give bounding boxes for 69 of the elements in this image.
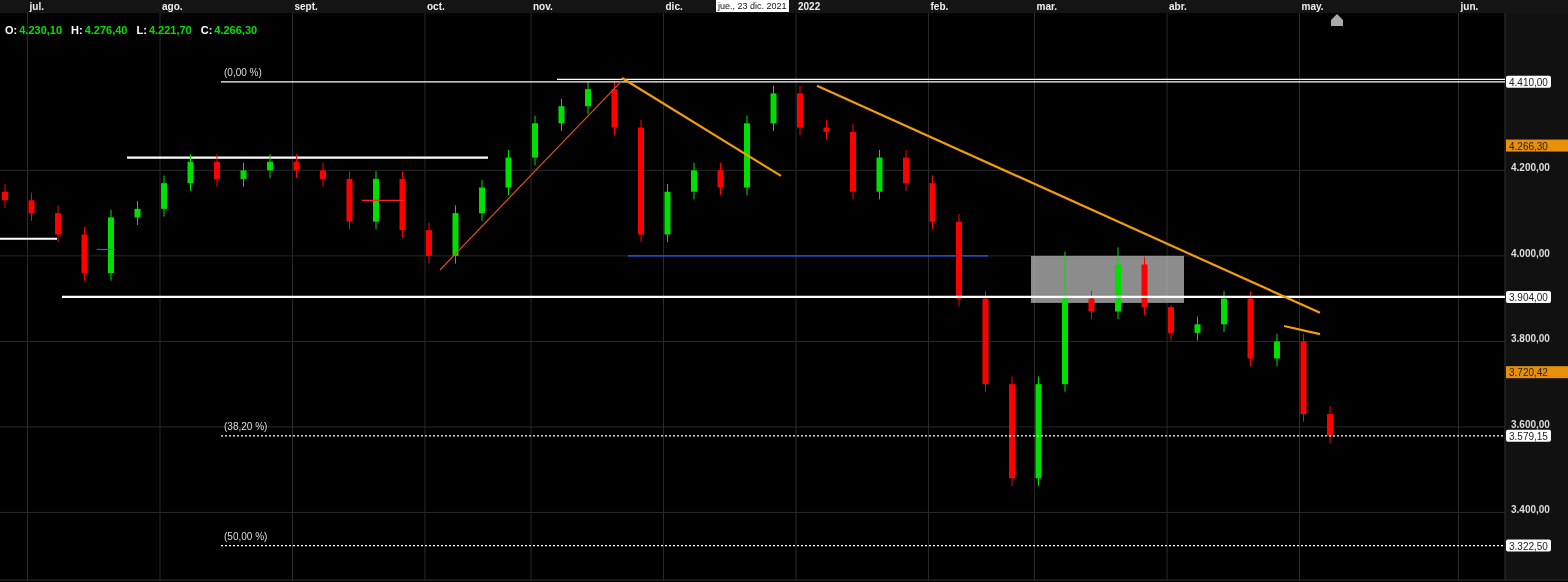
- candlestick: [876, 149, 883, 200]
- candlestick: [320, 162, 326, 188]
- horizontal-line: [96, 248, 116, 251]
- candlestick: [1088, 290, 1095, 320]
- candlestick: [585, 80, 591, 115]
- month-label: jun.: [1460, 1, 1479, 12]
- candlestick: [240, 162, 247, 188]
- candlestick: [161, 175, 167, 218]
- month-label: oct.: [427, 1, 445, 12]
- candlestick: [55, 204, 61, 243]
- candlestick: [2, 183, 8, 209]
- candlestick: [903, 149, 909, 192]
- candlestick: [1168, 304, 1174, 342]
- price-tag: 3.720,42: [1506, 366, 1568, 379]
- price-axis-label: 4.000,00: [1511, 247, 1550, 259]
- candlestick: [187, 153, 194, 192]
- ohlc-value: C: 4.266,30: [200, 24, 258, 36]
- candlestick: [28, 192, 35, 222]
- candlestick: [452, 204, 459, 265]
- month-label: abr.: [1169, 1, 1187, 12]
- candlestick: [134, 200, 141, 226]
- month-label: dic.: [665, 1, 683, 12]
- candlestick: [558, 98, 565, 132]
- candlestick: [373, 170, 379, 230]
- candlestick: [1141, 256, 1148, 316]
- month-label: 2022: [798, 1, 821, 12]
- crosshair-date-tag: jue., 23 dic. 2021: [716, 0, 789, 12]
- month-label: ago.: [162, 1, 183, 12]
- price-axis-label: 3.600,00: [1511, 418, 1550, 430]
- candlestick: [1327, 405, 1333, 444]
- month-label: jul.: [29, 1, 44, 12]
- candlestick: [293, 153, 300, 179]
- candlestick: [664, 183, 671, 243]
- price-axis-label: 4.200,00: [1511, 162, 1550, 174]
- month-label: mar.: [1036, 1, 1058, 12]
- candlestick: [691, 162, 697, 200]
- month-label: feb.: [930, 1, 949, 12]
- candlestick: [770, 85, 777, 132]
- candlestick: [532, 115, 538, 166]
- ohlc-value: O: 4.230,10: [5, 24, 63, 36]
- fibonacci-label: (0,00 %): [224, 66, 262, 78]
- month-label: sept.: [294, 1, 318, 12]
- trend-line: [1283, 324, 1321, 336]
- fibonacci-label: (38,20 %): [224, 420, 268, 432]
- candlestick: [929, 175, 936, 230]
- fibonacci-label: (50,00 %): [224, 530, 268, 542]
- candlestick: [1274, 333, 1280, 367]
- candlestick: [399, 170, 406, 239]
- horizontal-line: [361, 199, 405, 201]
- price-axis-label: 3.800,00: [1511, 333, 1550, 345]
- ohlc-value: L: 4.221,70: [136, 24, 192, 36]
- ohlc-value: H: 4.276,40: [71, 24, 128, 36]
- candlestick: [426, 222, 432, 265]
- candlestick: [346, 170, 353, 230]
- candlestick: [797, 85, 803, 136]
- candlestick: [611, 80, 618, 136]
- candlestick: [479, 179, 485, 222]
- candlestick: [81, 226, 88, 282]
- month-label: nov.: [533, 1, 553, 12]
- candlestick: [1194, 316, 1201, 342]
- candlestick: [1221, 290, 1227, 333]
- month-label: may.: [1301, 1, 1324, 12]
- candlestick: [214, 153, 220, 188]
- price-axis-label: 3.400,00: [1511, 504, 1550, 516]
- horizontal-line: [0, 237, 57, 240]
- candlestick: [267, 153, 273, 179]
- candlestick: [717, 162, 724, 196]
- candlestick: [823, 119, 830, 141]
- candlestick: [505, 149, 512, 196]
